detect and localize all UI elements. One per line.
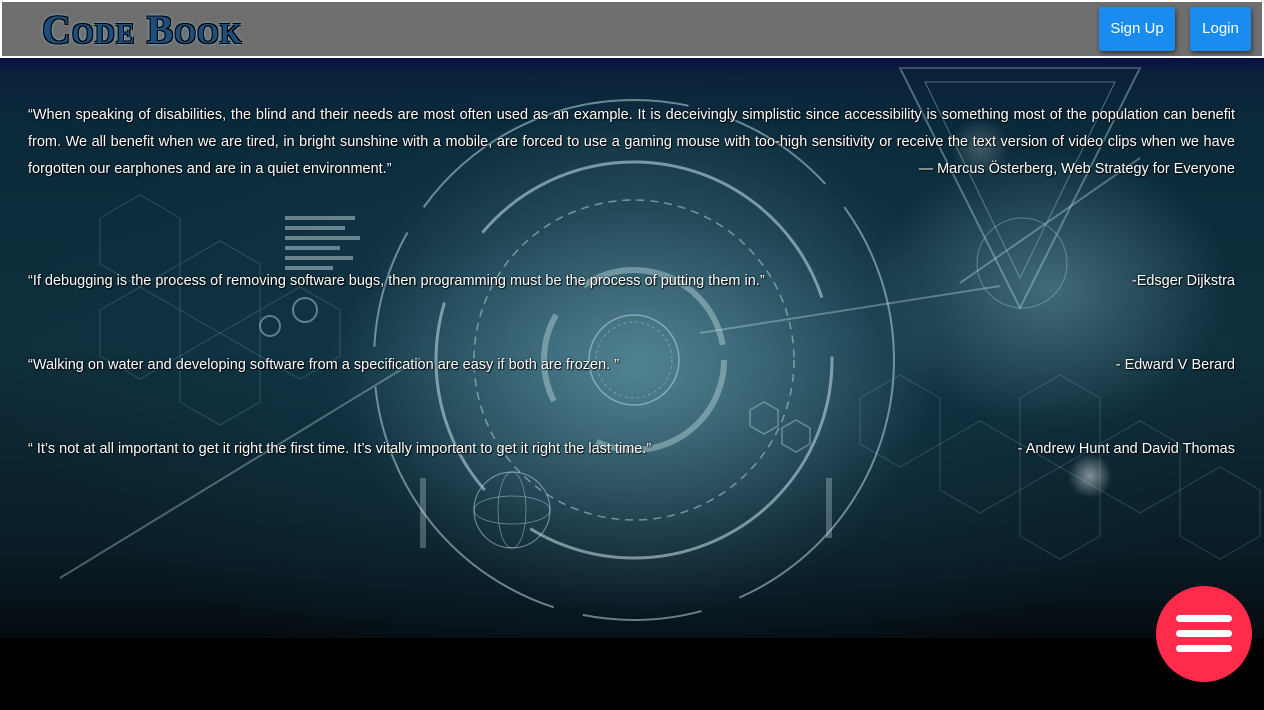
login-button[interactable]: Login — [1190, 7, 1251, 51]
quote-block-1: “When speaking of disabilities, the blin… — [28, 102, 1235, 183]
page-footer-area — [0, 638, 1264, 710]
quote-text-4: “ It’s not at all important to get it ri… — [28, 441, 652, 457]
menu-fab-button[interactable] — [1156, 586, 1252, 682]
code-book-logo[interactable]: Code Book — [42, 5, 243, 55]
quote-block-4: “ It’s not at all important to get it ri… — [28, 436, 1235, 463]
quote-author-1: — Marcus Österberg, Web Strategy for Eve… — [918, 161, 1235, 177]
quote-text-2: “If debugging is the process of removing… — [28, 273, 765, 289]
sign-up-button[interactable]: Sign Up — [1099, 7, 1175, 51]
hamburger-bar — [1176, 615, 1232, 622]
hamburger-bar — [1176, 645, 1232, 652]
quote-block-2: “If debugging is the process of removing… — [28, 268, 1235, 295]
hamburger-bar — [1176, 630, 1232, 637]
page: Code Book Sign Up Login “When speaking o… — [0, 0, 1264, 710]
hero-top-band — [0, 58, 1264, 72]
quote-text-3: “Walking on water and developing softwar… — [28, 357, 620, 373]
top-navbar: Code Book Sign Up Login — [0, 0, 1264, 58]
quote-block-3: “Walking on water and developing softwar… — [28, 352, 1235, 379]
quote-author-3: - Edward V Berard — [1115, 357, 1235, 373]
quote-author-4: - Andrew Hunt and David Thomas — [1017, 441, 1235, 457]
quote-author-2: -Edsger Dijkstra — [1131, 273, 1235, 289]
